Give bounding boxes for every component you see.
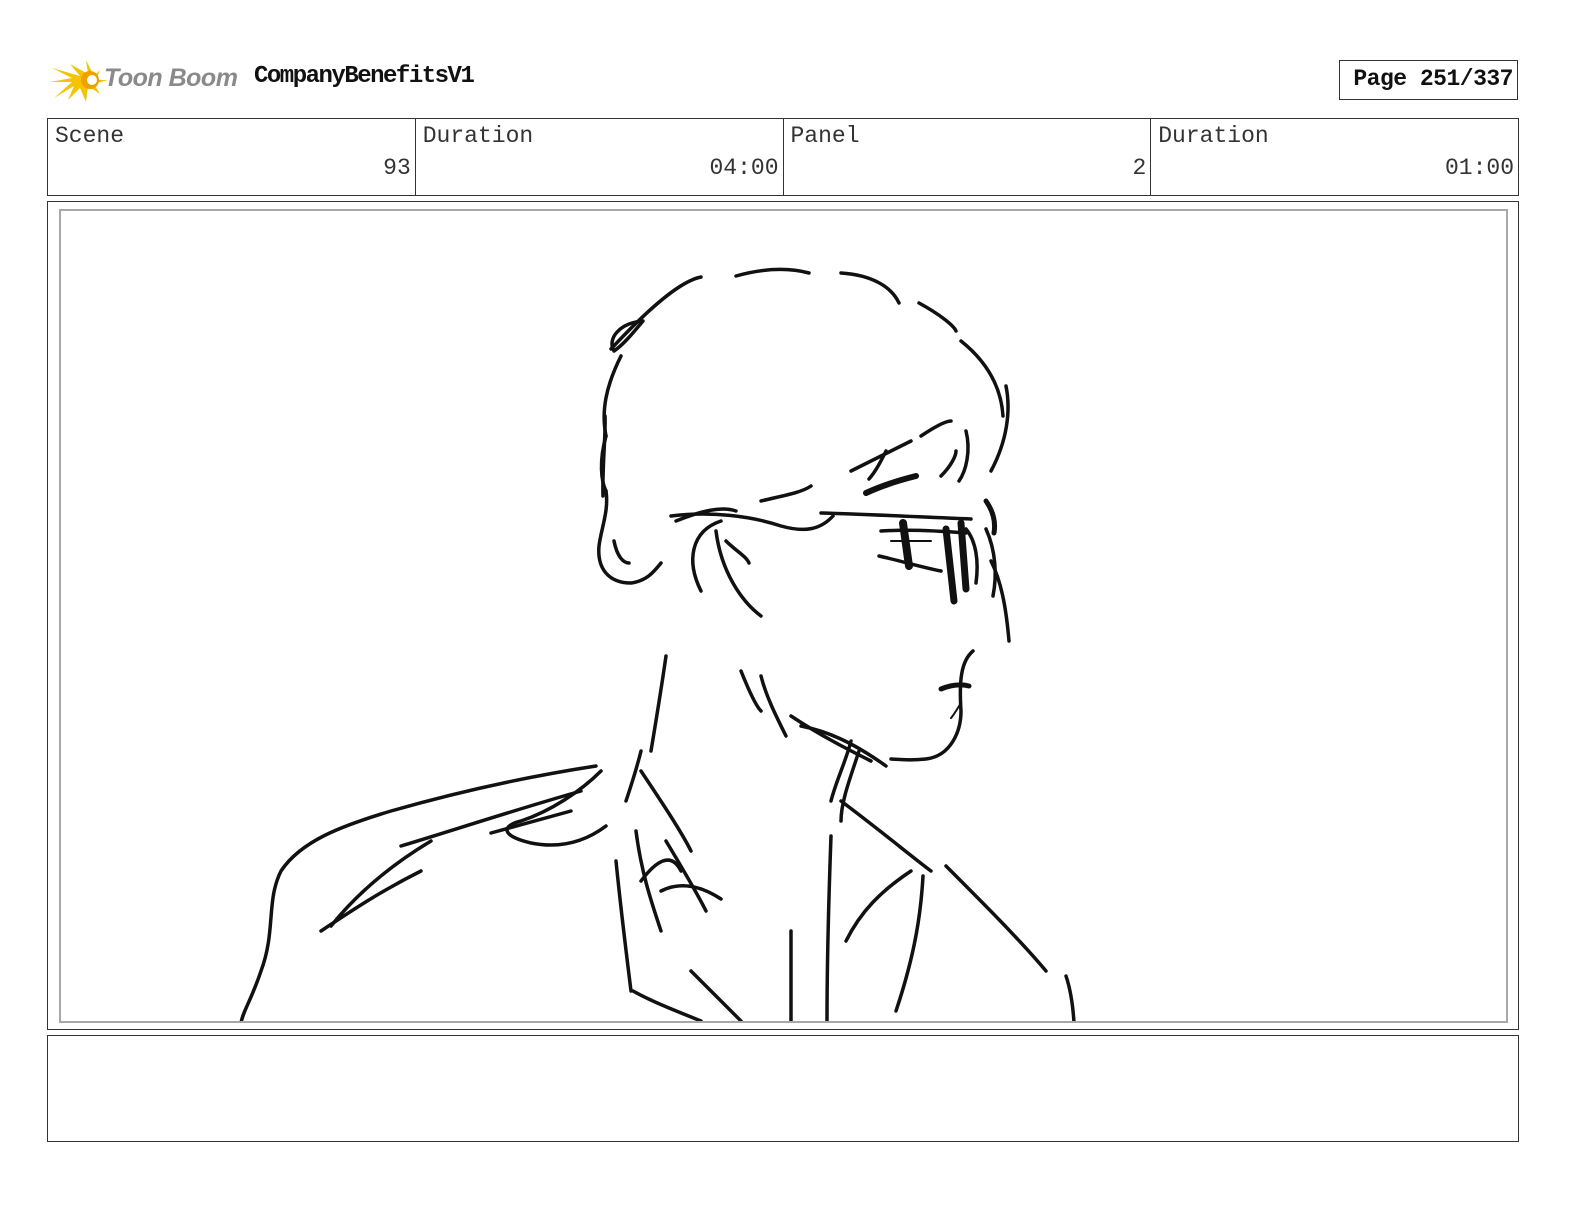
scene-duration-value: 04:00 xyxy=(709,155,779,181)
scene-duration-cell: Duration 04:00 xyxy=(416,119,784,195)
panel-label: Panel xyxy=(790,123,860,149)
panel-notes-box xyxy=(47,1035,1519,1142)
scene-cell: Scene 93 xyxy=(48,119,416,195)
panel-duration-value: 01:00 xyxy=(1444,155,1514,181)
page-indicator: Page 251/337 xyxy=(1339,60,1518,100)
scene-label: Scene xyxy=(55,123,125,149)
scene-value: 93 xyxy=(383,155,411,181)
storyboard-panel-image xyxy=(59,209,1508,1023)
toon-boom-logo: Toon Boom xyxy=(50,56,240,106)
panel-cell: Panel 2 xyxy=(784,119,1152,195)
panel-value: 2 xyxy=(1132,155,1147,181)
page-indicator-text: Page 251/337 xyxy=(1353,66,1513,92)
storyboard-panel-frame xyxy=(47,201,1519,1030)
panel-info-table: Scene 93 Duration 04:00 Panel 2 Duration… xyxy=(47,118,1519,196)
starburst-icon xyxy=(50,60,108,102)
project-title: CompanyBenefitsV1 xyxy=(254,63,475,90)
panel-duration-cell: Duration 01:00 xyxy=(1151,119,1518,195)
panel-duration-label: Duration xyxy=(1158,123,1269,149)
scene-duration-label: Duration xyxy=(422,123,534,149)
man-with-glasses-sketch xyxy=(239,267,1076,1021)
logo-text: Toon Boom xyxy=(104,64,238,92)
